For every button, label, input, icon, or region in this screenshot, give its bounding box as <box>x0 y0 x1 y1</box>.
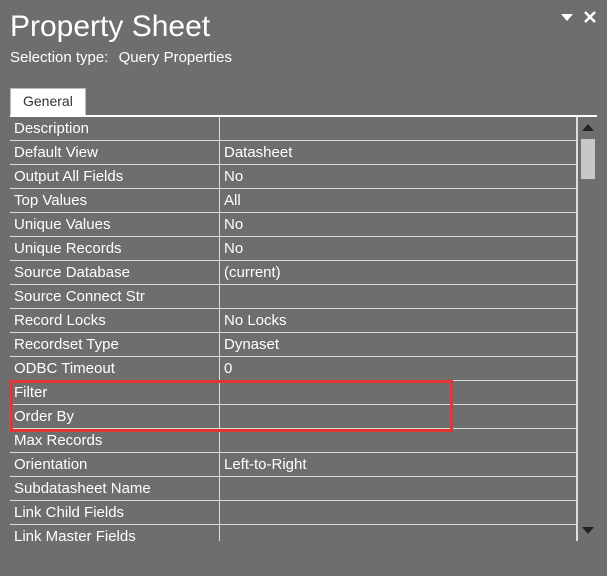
property-name: Max Records <box>10 429 220 453</box>
property-name: Top Values <box>10 189 220 213</box>
page-title: Property Sheet <box>10 10 210 43</box>
property-row: Max Records <box>10 429 577 453</box>
title-controls <box>561 10 597 24</box>
property-name: Source Database <box>10 261 220 285</box>
property-grid-wrap: DescriptionDefault ViewDatasheetOutput A… <box>10 115 597 541</box>
titlebar: Property Sheet <box>10 8 597 43</box>
property-value[interactable] <box>220 477 577 501</box>
selection-type: Selection type: Query Properties <box>10 49 597 66</box>
scroll-track[interactable] <box>578 137 597 521</box>
property-row: Unique ValuesNo <box>10 213 577 237</box>
property-name: Unique Records <box>10 237 220 261</box>
property-value[interactable]: Left-to-Right <box>220 453 577 477</box>
property-row: Top ValuesAll <box>10 189 577 213</box>
property-row: Link Master Fields <box>10 525 577 541</box>
property-value[interactable]: All <box>220 189 577 213</box>
dropdown-icon[interactable] <box>561 12 573 22</box>
property-value[interactable] <box>220 381 577 405</box>
property-name: ODBC Timeout <box>10 357 220 381</box>
property-row: Source Database(current) <box>10 261 577 285</box>
scroll-thumb[interactable] <box>581 139 595 179</box>
property-row: Subdatasheet Name <box>10 477 577 501</box>
property-value[interactable] <box>220 525 577 541</box>
property-row: Recordset TypeDynaset <box>10 333 577 357</box>
selection-type-label: Selection type: <box>10 49 108 66</box>
selection-type-value: Query Properties <box>119 49 232 66</box>
tab-strip: General <box>10 88 597 115</box>
property-row: Default ViewDatasheet <box>10 141 577 165</box>
property-value[interactable]: No <box>220 237 577 261</box>
property-value[interactable] <box>220 117 577 141</box>
property-value[interactable]: No <box>220 165 577 189</box>
vertical-scrollbar[interactable] <box>577 117 597 541</box>
property-value[interactable] <box>220 429 577 453</box>
property-name: Recordset Type <box>10 333 220 357</box>
property-name: Record Locks <box>10 309 220 333</box>
property-value[interactable]: Datasheet <box>220 141 577 165</box>
property-row: Output All FieldsNo <box>10 165 577 189</box>
property-row: Unique RecordsNo <box>10 237 577 261</box>
property-value[interactable]: (current) <box>220 261 577 285</box>
property-name: Orientation <box>10 453 220 477</box>
property-name: Default View <box>10 141 220 165</box>
property-name: Filter <box>10 381 220 405</box>
close-icon[interactable] <box>583 10 597 24</box>
property-value[interactable]: Dynaset <box>220 333 577 357</box>
property-value[interactable]: 0 <box>220 357 577 381</box>
property-row: Record LocksNo Locks <box>10 309 577 333</box>
property-value[interactable]: No Locks <box>220 309 577 333</box>
property-row: Description <box>10 117 577 141</box>
property-row: Source Connect Str <box>10 285 577 309</box>
property-row: Filter <box>10 381 577 405</box>
property-value[interactable] <box>220 501 577 525</box>
property-name: Order By <box>10 405 220 429</box>
chevron-down-icon[interactable] <box>579 521 597 539</box>
property-value[interactable]: No <box>220 213 577 237</box>
property-row: Order By <box>10 405 577 429</box>
property-value[interactable] <box>220 285 577 309</box>
property-row: ODBC Timeout0 <box>10 357 577 381</box>
tab-general[interactable]: General <box>10 88 86 115</box>
property-name: Description <box>10 117 220 141</box>
property-name: Source Connect Str <box>10 285 220 309</box>
property-name: Unique Values <box>10 213 220 237</box>
chevron-up-icon[interactable] <box>579 119 597 137</box>
property-grid: DescriptionDefault ViewDatasheetOutput A… <box>10 117 577 541</box>
property-name: Output All Fields <box>10 165 220 189</box>
property-value[interactable] <box>220 405 577 429</box>
property-name: Link Master Fields <box>10 525 220 541</box>
property-row: Link Child Fields <box>10 501 577 525</box>
property-name: Link Child Fields <box>10 501 220 525</box>
property-row: OrientationLeft-to-Right <box>10 453 577 477</box>
property-sheet-panel: Property Sheet Selection type: Query Pro… <box>0 0 607 576</box>
property-name: Subdatasheet Name <box>10 477 220 501</box>
